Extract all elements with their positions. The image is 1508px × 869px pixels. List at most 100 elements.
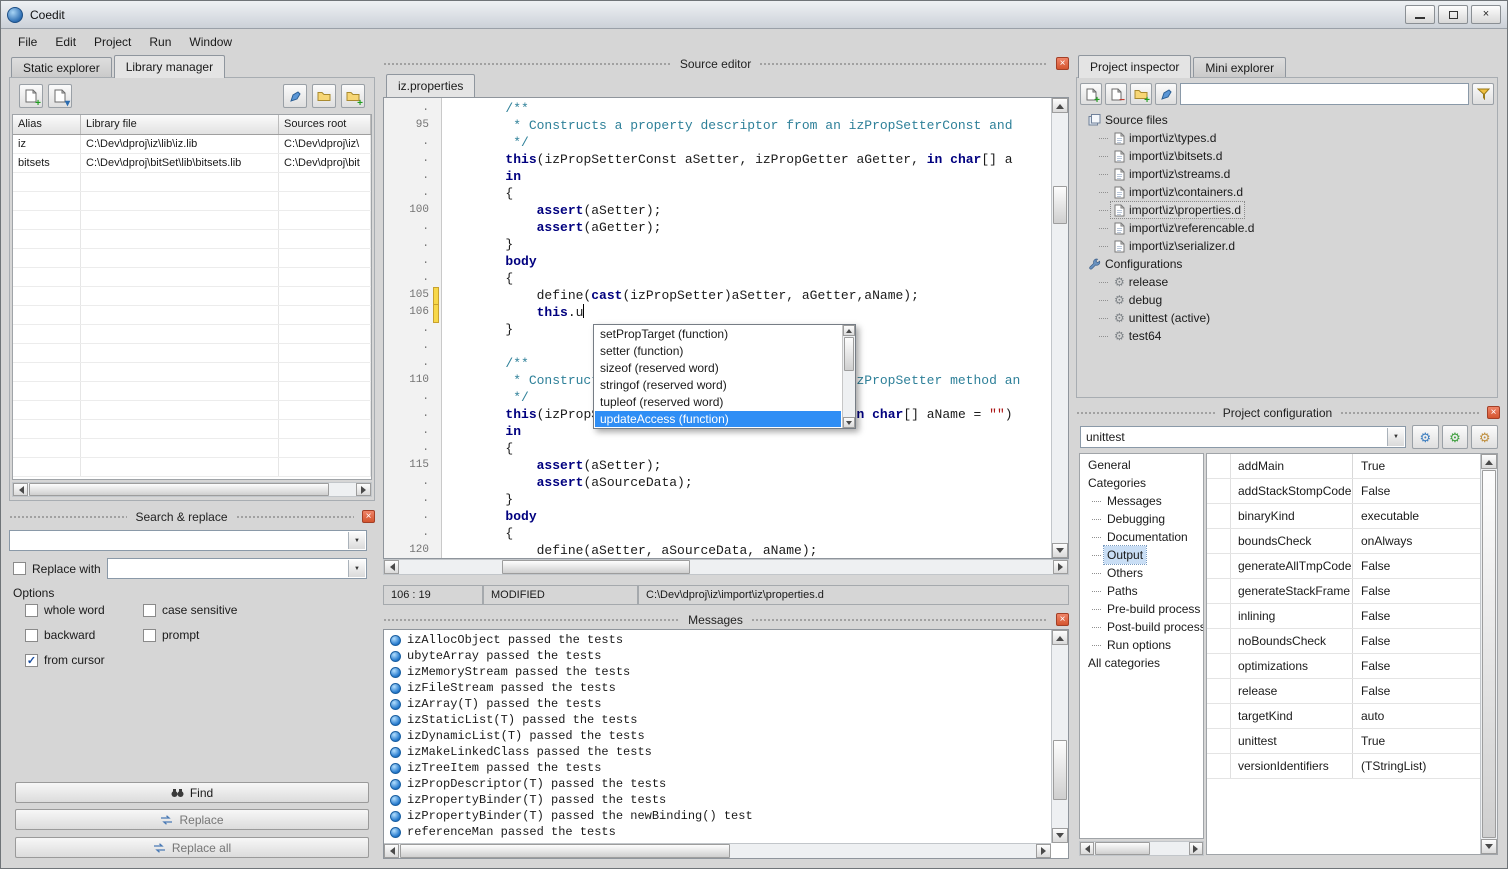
messages-vscrollbar[interactable] [1051,630,1068,843]
category-general[interactable]: General [1080,456,1203,474]
scroll-thumb[interactable] [1482,470,1496,838]
property-row-optimizations[interactable]: optimizationsFalse [1207,654,1480,679]
scroll-down-arrow[interactable] [843,417,855,428]
code-line[interactable]: body [443,508,1051,525]
dropdown-button[interactable]: ▼ [348,560,365,577]
code-line[interactable]: { [443,440,1051,457]
code-line[interactable]: assert(aSetter); [443,457,1051,474]
grip-dots[interactable] [383,618,680,622]
menu-project[interactable]: Project [85,32,140,52]
message-item[interactable]: izStaticList(T) passed the tests [385,712,1051,728]
option-whole-word[interactable]: whole word [25,603,143,617]
completion-item-stringof-reserved-word[interactable]: stringof (reserved word) [595,377,841,394]
add-library-button[interactable]: + [19,84,43,108]
scroll-thumb[interactable] [29,483,329,496]
property-row-binarykind[interactable]: binaryKindexecutable [1207,504,1480,529]
tree-item-configurations[interactable]: Configurations [1081,255,1493,273]
scroll-right-arrow[interactable] [356,483,371,496]
minimize-button[interactable] [1405,5,1435,24]
completion-item-setproptarget-function[interactable]: setPropTarget (function) [595,326,841,343]
property-value[interactable]: False [1354,679,1480,703]
dropdown-button[interactable]: ▼ [348,532,365,549]
scroll-up-arrow[interactable] [1052,98,1068,113]
grip-dots[interactable] [1340,411,1479,415]
message-item[interactable]: izPropertyBinder(T) passed the tests [385,792,1051,808]
code-line[interactable]: in [443,168,1051,185]
add-source-button[interactable]: + [1080,83,1102,105]
edit-library-button[interactable] [283,84,307,108]
property-row-generatealltmpcode[interactable]: generateAllTmpCodeFalse [1207,554,1480,579]
property-row-generatestackframe[interactable]: generateStackFrameFalse [1207,579,1480,604]
grip-dots[interactable] [1076,411,1215,415]
scroll-right-arrow[interactable] [1036,844,1051,858]
tree-item-import-iz-containers-d[interactable]: import\iz\containers.d [1081,183,1493,201]
find-button[interactable]: Find [15,782,369,803]
category-debugging[interactable]: Debugging [1080,510,1203,528]
tab-project-inspector[interactable]: Project inspector [1078,55,1191,78]
editor-hscrollbar[interactable] [383,559,1069,575]
column-header-library-file[interactable]: Library file [81,115,279,134]
option-from-cursor[interactable]: ✓from cursor [25,653,143,667]
option-prompt[interactable]: prompt [143,628,325,642]
code-line[interactable]: */ [443,134,1051,151]
message-item[interactable]: izMakeLinkedClass passed the tests [385,744,1051,760]
category-run-options[interactable]: Run options [1080,636,1203,654]
inspector-filter-input[interactable] [1180,83,1469,105]
scroll-up-arrow[interactable] [843,325,855,336]
save-library-list-button[interactable]: ▾ [48,84,72,108]
property-value[interactable]: False [1354,604,1480,628]
close-messages-button[interactable]: × [1056,613,1069,626]
editor-vscrollbar[interactable] [1051,98,1068,558]
code-line[interactable]: body [443,253,1051,270]
checkbox[interactable] [25,604,38,617]
close-search-panel-button[interactable]: × [362,510,375,523]
property-row-release[interactable]: releaseFalse [1207,679,1480,704]
scroll-left-arrow[interactable] [384,844,399,858]
property-value[interactable]: True [1354,454,1480,478]
replace-term-combobox[interactable]: ▼ [107,558,367,579]
property-value[interactable]: False [1354,554,1480,578]
grip-dots[interactable] [9,515,127,519]
message-item[interactable]: izPropDescriptor(T) passed the tests [385,776,1051,792]
library-row-bitsets[interactable]: bitsetsC:\Dev\dproj\bitSet\lib\bitsets.l… [13,154,371,173]
grip-dots[interactable] [236,515,354,519]
checkbox[interactable] [143,604,156,617]
message-item[interactable]: izMemoryStream passed the tests [385,664,1051,680]
category-hscrollbar[interactable] [1079,841,1204,856]
message-item[interactable]: ubyteArray passed the tests [385,648,1051,664]
tab-iz-properties[interactable]: iz.properties [386,74,475,97]
replace-with-checkbox[interactable] [13,562,26,575]
option-case-sensitive[interactable]: case sensitive [143,603,325,617]
tab-static-explorer[interactable]: Static explorer [11,57,112,78]
scroll-right-arrow[interactable] [1053,560,1068,574]
code-line[interactable]: { [443,270,1051,287]
completion-item-sizeof-reserved-word[interactable]: sizeof (reserved word) [595,360,841,377]
code-line[interactable]: define(cast(izPropSetter)aSetter, aGette… [443,287,1051,304]
menu-edit[interactable]: Edit [46,32,85,52]
completion-item-setter-function[interactable]: setter (function) [595,343,841,360]
library-row-iz[interactable]: izC:\Dev\dproj\iz\lib\iz.libC:\Dev\dproj… [13,135,371,154]
close-source-editor-button[interactable]: × [1056,57,1069,70]
property-row-addstackstompcode[interactable]: addStackStompCodeFalse [1207,479,1480,504]
close-button[interactable]: × [1471,5,1501,24]
property-row-inlining[interactable]: inliningFalse [1207,604,1480,629]
close-project-config-button[interactable]: × [1487,406,1500,419]
code-line[interactable]: assert(aSourceData); [443,474,1051,491]
code-line[interactable]: assert(aGetter); [443,219,1051,236]
replace-button[interactable]: Replace [15,809,369,830]
code-line[interactable]: assert(aSetter); [443,202,1051,219]
property-value[interactable]: onAlways [1354,529,1480,553]
replace-all-button[interactable]: Replace all [15,837,369,858]
grip-dots[interactable] [759,62,1048,66]
scroll-left-arrow[interactable] [13,483,28,496]
message-item[interactable]: izAllocObject passed the tests [385,632,1051,648]
tree-item-import-iz-referencable-d[interactable]: import\iz\referencable.d [1081,219,1493,237]
tree-item-import-iz-serializer-d[interactable]: import\iz\serializer.d [1081,237,1493,255]
maximize-button[interactable] [1438,5,1468,24]
menu-file[interactable]: File [9,32,46,52]
code-line[interactable]: } [443,236,1051,253]
tab-mini-explorer[interactable]: Mini explorer [1193,57,1286,78]
clone-config-button[interactable]: ⚙ [1442,425,1469,449]
category-paths[interactable]: Paths [1080,582,1203,600]
code-line[interactable]: this(izPropSetterConst aSetter, izPropGe… [443,151,1051,168]
